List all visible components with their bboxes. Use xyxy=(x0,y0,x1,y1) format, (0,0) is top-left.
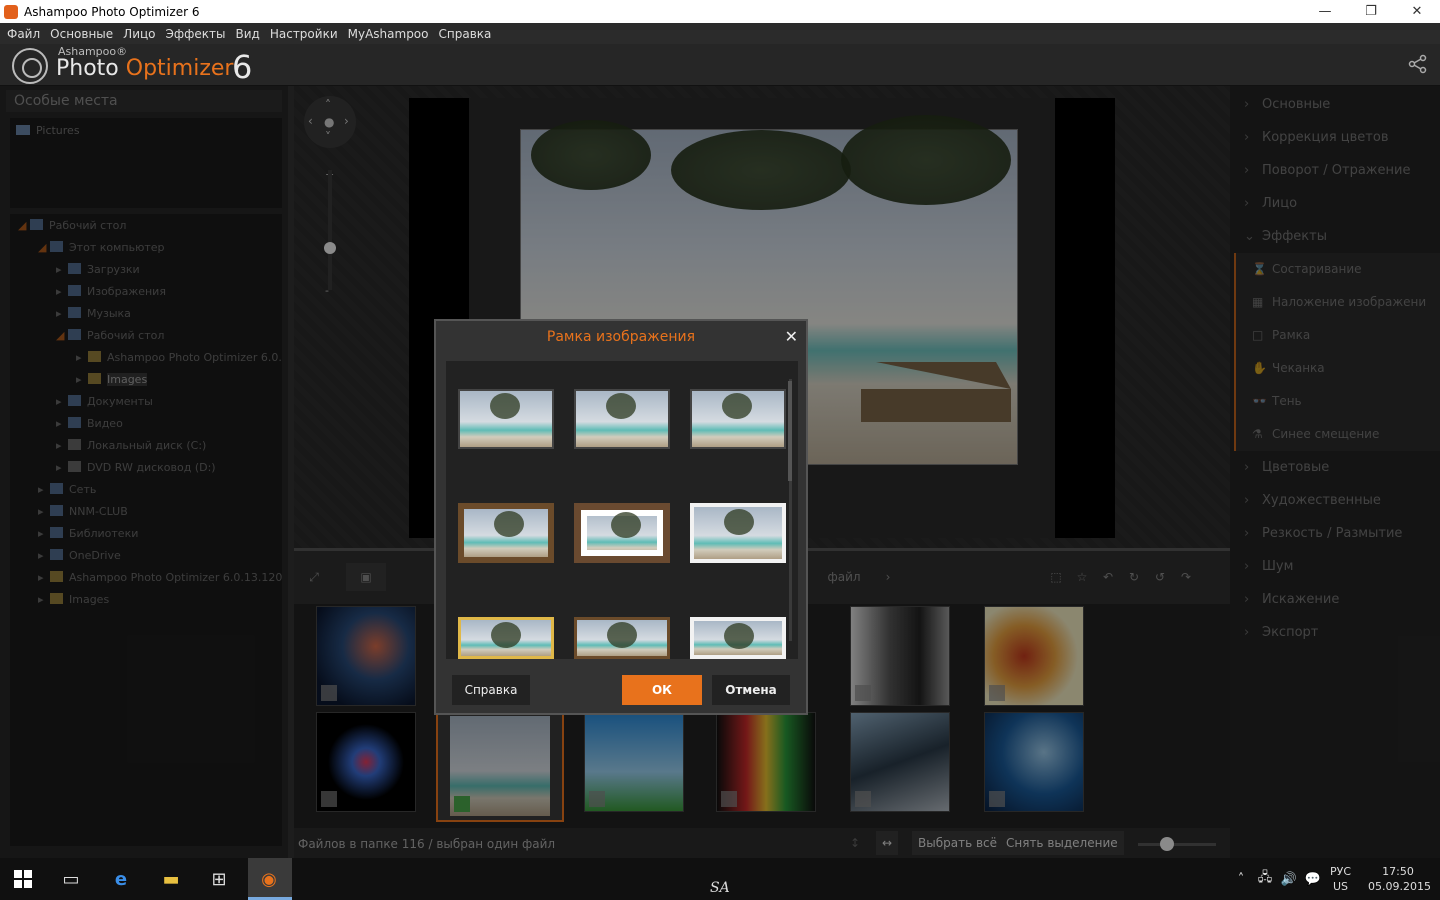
frame-option[interactable] xyxy=(574,503,670,563)
scrollbar-thumb[interactable] xyxy=(788,381,792,481)
menu-file[interactable]: Файл xyxy=(7,27,40,41)
menu-settings[interactable]: Настройки xyxy=(270,27,338,41)
volume-icon[interactable]: 🔊 xyxy=(1276,866,1302,892)
edge-browser-icon[interactable]: e xyxy=(108,866,134,892)
tray-chevron-icon[interactable]: ˄ xyxy=(1228,866,1254,892)
brand-name: Photo Optimizer xyxy=(56,56,233,81)
notification-icon[interactable]: 💬 xyxy=(1300,866,1326,892)
clock-date: 05.09.2015 xyxy=(1368,880,1431,893)
windows-start-icon[interactable] xyxy=(10,866,36,892)
frame-option[interactable] xyxy=(690,617,786,659)
clock[interactable]: 17:50 05.09.2015 xyxy=(1368,864,1431,894)
brand-version: 6 xyxy=(232,48,253,86)
taskbar: ▭ e ▬ ⊞ ◉ SA ˄ 🖧 🔊 💬 РУС US 17:50 05.09.… xyxy=(0,858,1440,900)
brand-word-optimizer: Optimizer xyxy=(125,56,234,81)
language-layout: US xyxy=(1332,880,1349,893)
app-header: Ashampoo® Photo Optimizer 6 xyxy=(0,44,1440,86)
menu-bar: Файл Основные Лицо Эффекты Вид Настройки… xyxy=(0,23,1440,44)
share-icon[interactable] xyxy=(1408,54,1428,79)
title-bar: Ashampoo Photo Optimizer 6 — ❐ ✕ xyxy=(0,0,1440,23)
language-indicator[interactable]: РУС US xyxy=(1330,864,1351,894)
language-ru: РУС xyxy=(1330,865,1352,878)
frame-list-scrollbar[interactable] xyxy=(786,369,794,651)
close-window-button[interactable]: ✕ xyxy=(1394,0,1440,23)
frame-option[interactable] xyxy=(458,617,554,659)
logo-icon xyxy=(12,48,48,84)
task-view-icon[interactable]: ▭ xyxy=(58,866,84,892)
frame-option[interactable] xyxy=(690,389,786,449)
menu-effects[interactable]: Эффекты xyxy=(166,27,226,41)
dialog-close-icon[interactable]: ✕ xyxy=(785,327,798,346)
file-explorer-icon[interactable]: ▬ xyxy=(158,866,184,892)
menu-face[interactable]: Лицо xyxy=(123,27,155,41)
frame-option[interactable] xyxy=(574,389,670,449)
frame-option[interactable] xyxy=(690,503,786,563)
frame-option[interactable] xyxy=(458,503,554,563)
minimize-button[interactable]: — xyxy=(1302,0,1348,23)
window-controls: — ❐ ✕ xyxy=(1302,0,1440,23)
frame-list xyxy=(446,361,798,659)
taskbar-sa-label: SA xyxy=(710,880,730,896)
brand-word-photo: Photo xyxy=(56,56,119,81)
menu-help[interactable]: Справка xyxy=(439,27,492,41)
menu-basic[interactable]: Основные xyxy=(50,27,113,41)
app-icon xyxy=(4,4,18,19)
menu-view[interactable]: Вид xyxy=(236,27,260,41)
network-icon[interactable]: 🖧 xyxy=(1252,866,1278,892)
store-icon[interactable]: ⊞ xyxy=(206,866,232,892)
dialog-title: Рамка изображения xyxy=(546,329,696,345)
ok-button[interactable]: ОК xyxy=(622,675,702,705)
frame-option[interactable] xyxy=(574,617,670,659)
frame-dialog: Рамка изображения ✕ Справка ОК Отмена xyxy=(434,319,808,715)
clock-time: 17:50 xyxy=(1382,865,1414,878)
photo-optimizer-taskbar-icon[interactable]: ◉ xyxy=(256,866,282,892)
window-title: Ashampoo Photo Optimizer 6 xyxy=(24,4,200,19)
restore-button[interactable]: ❐ xyxy=(1348,0,1394,23)
help-button[interactable]: Справка xyxy=(452,675,530,705)
menu-myashampoo[interactable]: MyAshampoo xyxy=(348,27,429,41)
cancel-button[interactable]: Отмена xyxy=(712,675,790,705)
frame-option[interactable] xyxy=(458,389,554,449)
